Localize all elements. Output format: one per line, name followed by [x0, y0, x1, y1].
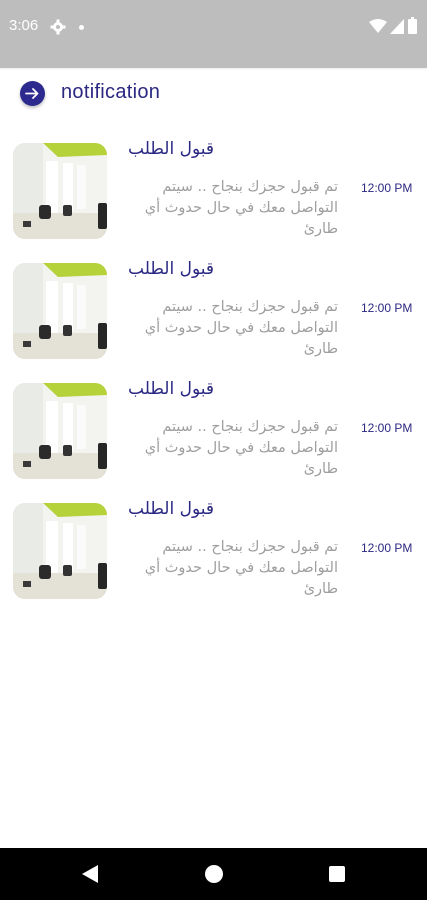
system-nav-bar	[0, 848, 427, 900]
salon-interior-image	[13, 143, 107, 239]
notification-list: قبول الطلب تم قبول حجزك بنجاح .. سيتم ال…	[0, 137, 427, 617]
status-bar: 3:06	[0, 0, 427, 68]
salon-thumbnail	[13, 263, 107, 359]
status-time: 3:06	[9, 17, 39, 34]
arrow-right-circle-icon	[25, 88, 39, 99]
back-button[interactable]	[20, 81, 45, 106]
notification-time: 12:00 PM	[361, 181, 413, 195]
nav-back-icon[interactable]	[82, 865, 98, 883]
page-title: notification	[61, 81, 161, 103]
notification-time: 12:00 PM	[361, 421, 413, 435]
notification-title: قبول الطلب	[128, 259, 214, 279]
notification-body: تم قبول حجزك بنجاح .. سيتم التواصل معك ف…	[144, 419, 338, 477]
salon-thumbnail	[13, 383, 107, 479]
signal-icon	[390, 19, 404, 34]
notification-item[interactable]: قبول الطلب تم قبول حجزك بنجاح .. سيتم ال…	[0, 257, 427, 377]
notification-item[interactable]: قبول الطلب تم قبول حجزك بنجاح .. سيتم ال…	[0, 377, 427, 497]
notification-body: تم قبول حجزك بنجاح .. سيتم التواصل معك ف…	[144, 539, 338, 597]
notification-title: قبول الطلب	[128, 379, 214, 399]
salon-interior-image	[13, 503, 107, 599]
nav-recents-icon[interactable]	[329, 866, 345, 882]
app-header: notification	[0, 68, 427, 124]
salon-interior-image	[13, 263, 107, 359]
wifi-icon	[369, 19, 387, 33]
salon-thumbnail	[13, 503, 107, 599]
notification-item[interactable]: قبول الطلب تم قبول حجزك بنجاح .. سيتم ال…	[0, 497, 427, 617]
gear-icon	[50, 19, 66, 35]
salon-interior-image	[13, 383, 107, 479]
nav-home-icon[interactable]	[205, 865, 223, 883]
notification-item[interactable]: قبول الطلب تم قبول حجزك بنجاح .. سيتم ال…	[0, 137, 427, 257]
dot-icon	[79, 25, 84, 30]
salon-thumbnail	[13, 143, 107, 239]
battery-icon	[408, 17, 417, 34]
notification-body: تم قبول حجزك بنجاح .. سيتم التواصل معك ف…	[144, 299, 338, 357]
notification-time: 12:00 PM	[361, 541, 413, 555]
notification-title: قبول الطلب	[128, 139, 214, 159]
notification-title: قبول الطلب	[128, 499, 214, 519]
notification-body: تم قبول حجزك بنجاح .. سيتم التواصل معك ف…	[144, 179, 338, 237]
notification-time: 12:00 PM	[361, 301, 413, 315]
